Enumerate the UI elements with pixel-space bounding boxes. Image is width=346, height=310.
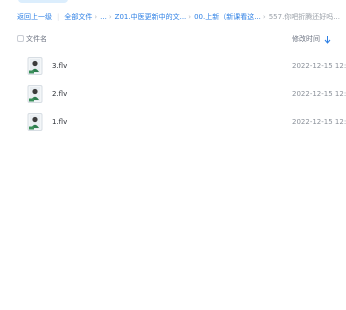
chevron-right-icon: › xyxy=(94,13,98,21)
chevron-right-icon: › xyxy=(108,13,112,21)
sort-descending-icon[interactable] xyxy=(324,35,331,44)
file-name[interactable]: 1.flv xyxy=(52,117,67,127)
breadcrumb-folder-z01[interactable]: Z01.中医更新中的文... xyxy=(115,11,187,23)
file-modified-time: 2022-12-15 12:12 xyxy=(292,118,346,126)
select-all-checkbox[interactable] xyxy=(17,35,24,42)
column-header-name[interactable]: 文件名 xyxy=(26,33,47,45)
file-modified-time: 2022-12-15 12:12 xyxy=(292,90,346,98)
table-row[interactable]: 3.flv 2022-12-15 12:12 xyxy=(17,56,346,80)
file-name[interactable]: 2.flv xyxy=(52,89,67,99)
breadcrumb-ellipsis[interactable]: ... xyxy=(100,11,107,23)
breadcrumb: 返回上一级 | 全部文件 › ... › Z01.中医更新中的文... › 00… xyxy=(17,11,346,23)
table-row[interactable]: 2.flv 2022-12-15 12:12 xyxy=(17,84,346,108)
file-modified-time: 2022-12-15 12:12 xyxy=(292,62,346,70)
video-file-icon xyxy=(27,57,43,75)
column-header-time[interactable]: 修改时间 xyxy=(292,33,320,45)
back-link[interactable]: 返回上一级 xyxy=(17,11,52,23)
video-file-icon xyxy=(27,85,43,103)
file-name[interactable]: 3.flv xyxy=(52,61,67,71)
video-file-icon xyxy=(27,113,43,131)
table-header: 文件名 修改时间 xyxy=(17,33,346,45)
chevron-right-icon: › xyxy=(262,13,266,21)
table-row[interactable]: 1.flv 2022-12-15 12:12 xyxy=(17,112,346,136)
top-tab-indicator xyxy=(18,0,68,3)
breadcrumb-divider: | xyxy=(57,13,60,21)
breadcrumb-current: 557.你吧折腾还好吗... xyxy=(268,13,340,21)
breadcrumb-folder-00[interactable]: 00.上新（新课看这... xyxy=(194,11,261,23)
breadcrumb-all-files[interactable]: 全部文件 xyxy=(64,11,92,23)
chevron-right-icon: › xyxy=(188,13,192,21)
